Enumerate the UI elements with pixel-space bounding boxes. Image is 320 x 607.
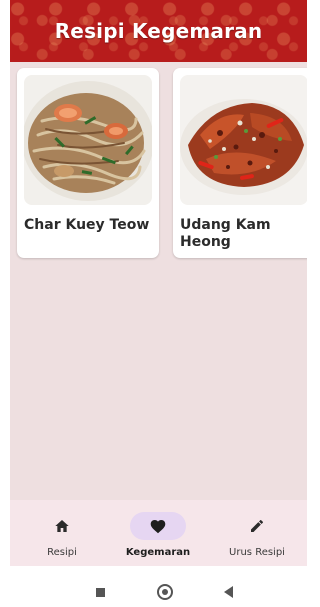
app-bar: Resipi Kegemaran — [10, 0, 307, 62]
recipe-title: Char Kuey Teow — [24, 217, 150, 233]
screen-frame-left — [0, 0, 10, 607]
recipe-image — [180, 75, 307, 205]
pencil-icon — [229, 512, 285, 540]
app-screen: Resipi Kegemaran Char Kuey Teow Udang Ka… — [10, 0, 307, 566]
screen-frame-right — [307, 0, 316, 607]
nav-item-kegemaran[interactable]: Kegemaran — [113, 512, 203, 558]
char-kuey-teow-photo — [24, 75, 152, 205]
recipe-card-udang-kam-heong[interactable]: Udang Kam Heong — [173, 68, 307, 258]
recents-square-icon[interactable] — [96, 588, 105, 597]
recipe-image — [24, 75, 152, 205]
heart-icon — [130, 512, 186, 540]
home-circle-icon[interactable] — [157, 584, 173, 600]
nav-item-resipi[interactable]: Resipi — [17, 512, 107, 558]
nav-label: Kegemaran — [125, 547, 191, 558]
nav-item-urus-resipi[interactable]: Urus Resipi — [212, 512, 302, 558]
bottom-navigation: Resipi Kegemaran Urus Resipi — [10, 500, 307, 566]
recipe-card-char-kuey-teow[interactable]: Char Kuey Teow — [17, 68, 159, 258]
system-navigation-bar — [10, 566, 307, 607]
back-triangle-icon[interactable] — [224, 586, 233, 598]
favorites-grid: Char Kuey Teow Udang Kam Heong — [17, 68, 307, 258]
home-icon — [34, 512, 90, 540]
udang-kam-heong-photo — [180, 75, 307, 205]
page-title: Resipi Kegemaran — [54, 19, 263, 43]
nav-label: Resipi — [47, 547, 77, 558]
recipe-title: Udang Kam Heong — [180, 217, 271, 250]
nav-label: Urus Resipi — [229, 547, 285, 558]
